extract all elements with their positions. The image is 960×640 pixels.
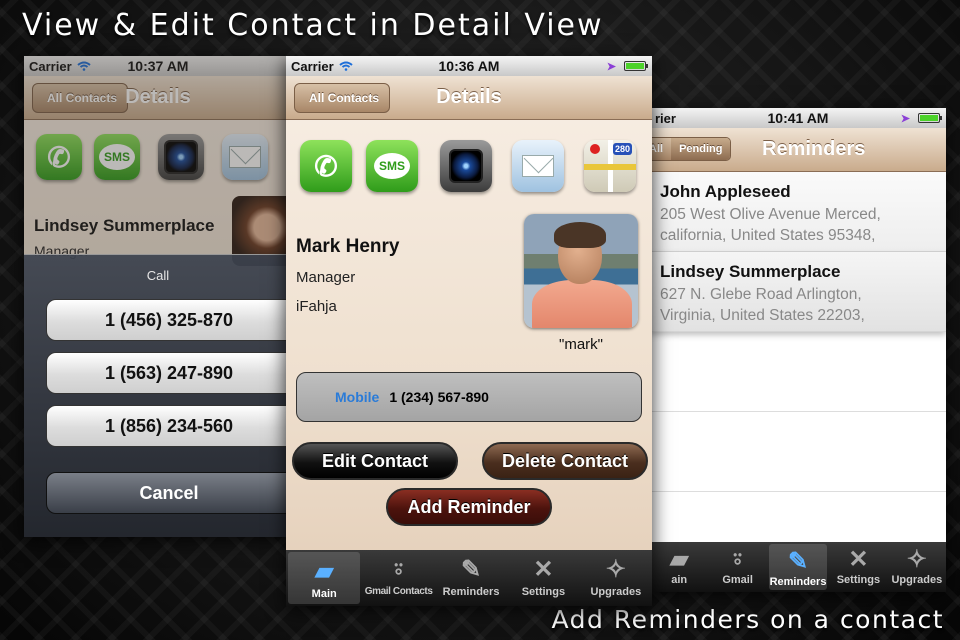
tab-bar: ▰ Main ⍤ Gmail Contacts ✎ Reminders ✕ Settin… (286, 550, 652, 606)
empty-row (650, 412, 946, 492)
location-icon: ➤ (606, 61, 616, 73)
phone-number: 1 (234) 567-890 (389, 389, 489, 405)
tab-settings[interactable]: ✕ Settings (507, 550, 579, 606)
battery-icon (624, 61, 648, 71)
page-title: Reminders (762, 138, 866, 160)
photo-caption: "mark" (559, 336, 603, 353)
status-time: 10:36 AM (438, 58, 500, 74)
middle-phone-screen: Carrier 10:36 AM ➤ All Contacts Details … (286, 56, 652, 606)
contact-photo[interactable] (524, 214, 638, 328)
tools-icon: ✕ (848, 546, 869, 573)
edit-contact-button[interactable]: Edit Contact (292, 442, 458, 480)
call-option-button[interactable]: 1 (856) 234-560 (46, 405, 292, 447)
tools-icon: ✕ (533, 556, 554, 583)
right-phone-screen: rier 10:41 AM ➤ All Pending Reminders Jo… (650, 108, 946, 592)
reminder-name: John Appleseed (660, 182, 791, 201)
phone-icon[interactable]: ✆ (300, 140, 352, 192)
list-item[interactable]: Lindsey Summerplace 627 N. Glebe Road Ar… (650, 252, 946, 332)
headline: View & Edit Contact in Detail View (22, 8, 604, 43)
reminder-address: 627 N. Glebe Road Arlington, (660, 286, 862, 303)
status-bar: rier 10:41 AM ➤ (650, 108, 946, 128)
upgrades-icon: ✧ (605, 556, 626, 583)
action-sheet-title: Call (146, 268, 170, 283)
tab-gmail[interactable]: ⍤ Gmail (708, 542, 766, 592)
contact-company: iFahja (296, 298, 337, 315)
highway-shield: 280 (612, 143, 632, 155)
empty-row (650, 332, 946, 412)
mail-icon[interactable] (512, 140, 564, 192)
gmail-icon: ⍤ (730, 546, 745, 573)
call-action-sheet: Call 1 (456) 325-870 1 (563) 247-890 1 (… (24, 254, 292, 537)
delete-contact-button[interactable]: Delete Contact (482, 442, 648, 480)
reminder-name: Lindsey Summerplace (660, 262, 841, 281)
navigation-bar: All Contacts Details (286, 76, 652, 120)
left-phone-screen: Carrier 10:37 AM All Contacts Details ✆ … (24, 56, 292, 537)
tab-upgrades[interactable]: ✧ Upgrades (580, 550, 652, 606)
tab-settings[interactable]: ✕ Settings (829, 542, 887, 592)
folder-icon: ▰ (314, 558, 334, 585)
sms-icon[interactable]: SMS (366, 140, 418, 192)
footline: Add Reminders on a contact (551, 605, 944, 634)
contact-name: Mark Henry (296, 236, 400, 257)
segment-all[interactable]: All (650, 138, 672, 160)
status-bar: Carrier 10:36 AM ➤ (286, 56, 652, 76)
sms-icon-label: SMS (373, 153, 410, 179)
tab-main[interactable]: ▰ ain (650, 542, 708, 592)
gmail-icon: ⍤ (391, 556, 406, 583)
reminder-list: John Appleseed 205 West Olive Avenue Mer… (650, 172, 946, 542)
tab-reminders[interactable]: ✎ Reminders (768, 544, 828, 590)
upgrades-icon: ✧ (906, 546, 927, 573)
battery-icon (918, 113, 942, 123)
contact-title: Manager (296, 269, 356, 286)
navigation-bar: All Pending Reminders (650, 128, 946, 172)
segment-pending[interactable]: Pending (671, 138, 731, 160)
call-option-button[interactable]: 1 (456) 325-870 (46, 299, 292, 341)
reminder-address: Virginia, United States 22203, (660, 307, 865, 324)
list-item[interactable]: John Appleseed 205 West Olive Avenue Mer… (650, 172, 946, 252)
tab-upgrades[interactable]: ✧ Upgrades (888, 542, 946, 592)
reminder-filter-segmented-control: All Pending (650, 137, 732, 161)
tab-bar: ▰ ain ⍤ Gmail ✎ Reminders ✕ Settings ✧ Upgrad… (650, 542, 946, 592)
location-icon: ➤ (900, 113, 910, 125)
folder-icon: ▰ (669, 546, 689, 573)
tab-gmail-contacts[interactable]: ⍤ Gmail Contacts (362, 550, 434, 606)
maps-icon[interactable]: 280 (584, 140, 636, 192)
notepad-icon: ✎ (787, 548, 809, 575)
tab-main[interactable]: ▰ Main (288, 552, 361, 604)
phone-type-label: Mobile (335, 389, 380, 405)
phone-number-field[interactable]: Mobile 1 (234) 567-890 (296, 372, 642, 422)
cancel-button[interactable]: Cancel (46, 472, 292, 514)
camera-icon[interactable] (440, 140, 492, 192)
add-reminder-button[interactable]: Add Reminder (386, 488, 552, 526)
reminder-address: california, United States 95348, (660, 227, 876, 244)
page-title: Details (436, 86, 502, 108)
reminder-address: 205 West Olive Avenue Merced, (660, 206, 881, 223)
tab-reminders[interactable]: ✎ Reminders (435, 550, 507, 606)
call-option-button[interactable]: 1 (563) 247-890 (46, 352, 292, 394)
notepad-icon: ✎ (460, 556, 482, 583)
